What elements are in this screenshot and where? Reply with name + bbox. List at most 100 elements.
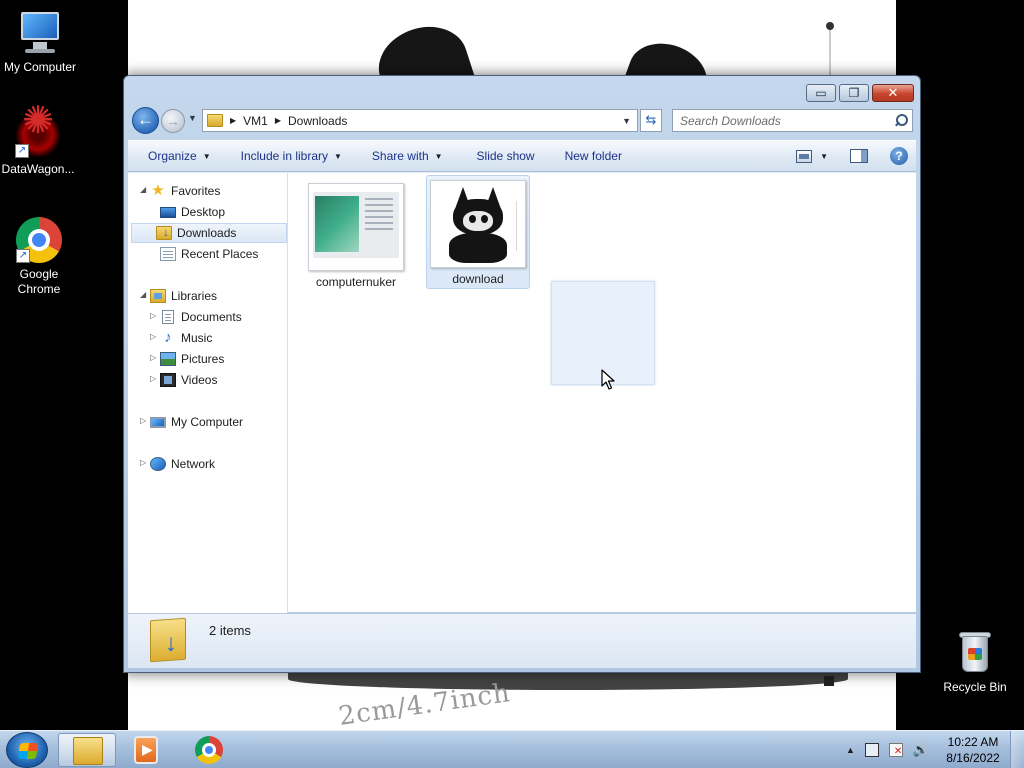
nav-libraries-label: Libraries [171, 289, 218, 303]
explorer-icon [73, 737, 103, 765]
expand-arrow-icon[interactable]: ▷ [150, 353, 156, 362]
desktop-icon-label: DataWagon... [1, 162, 75, 176]
windows-logo-icon [17, 743, 39, 759]
slide-show-button[interactable]: Slide show [453, 141, 545, 171]
nav-my-computer-label: My Computer [171, 415, 244, 429]
desktop-icon-datawagon[interactable]: ↗ DataWagon... [0, 112, 78, 177]
file-name: download [452, 272, 504, 286]
documents-icon [162, 310, 174, 324]
nav-videos-label: Videos [181, 373, 218, 387]
nav-my-computer[interactable]: My Computer [150, 412, 243, 432]
forward-arrow-icon: → [166, 113, 180, 129]
downloads-folder-icon [207, 114, 223, 127]
expand-arrow-icon[interactable]: ▷ [140, 416, 146, 425]
nav-desktop[interactable]: Desktop [160, 202, 225, 222]
back-button[interactable]: ← [132, 107, 159, 134]
image-thumbnail-icon [430, 180, 526, 268]
nav-favorites-label: Favorites [171, 184, 221, 198]
desktop-icon-label: Recycle Bin [943, 680, 1007, 694]
show-hidden-icons-icon[interactable]: ▲ [846, 745, 855, 755]
nav-pictures-label: Pictures [181, 352, 225, 366]
file-list-view[interactable]: computernuker download [289, 173, 916, 613]
nav-network[interactable]: Network [150, 454, 215, 474]
expand-arrow-icon[interactable]: ▷ [150, 311, 156, 320]
navigation-pane: ◢ ★ Favorites Desktop Downloads Recent P… [128, 173, 288, 613]
preview-pane-icon[interactable] [850, 149, 868, 163]
taskbar-chrome[interactable] [180, 733, 238, 767]
desktop-icon-my-computer[interactable]: My Computer [0, 10, 80, 75]
desktop-icon-google-chrome[interactable]: ↗ Google Chrome [0, 217, 79, 297]
taskbar-explorer[interactable] [58, 733, 116, 767]
network-status-icon[interactable] [864, 743, 879, 757]
desktop-icon-recycle-bin[interactable]: Recycle Bin [935, 630, 1015, 695]
expand-arrow-icon[interactable]: ▷ [150, 332, 156, 341]
maximize-button[interactable]: ❐ [839, 84, 869, 102]
shortcut-arrow-icon: ↗ [15, 144, 29, 158]
file-name: computernuker [315, 275, 397, 289]
address-bar[interactable]: ▶ VM1 ▶ Downloads ▼ [202, 109, 638, 132]
chevron-down-icon: ▼ [188, 113, 197, 123]
taskbar-media-player[interactable] [118, 733, 176, 767]
breadcrumb-downloads[interactable]: Downloads [288, 114, 347, 128]
desktop-icon-label: Google Chrome [17, 267, 61, 296]
recent-pages-dropdown[interactable]: ▼ [188, 113, 197, 123]
star-icon: ★ [151, 182, 165, 199]
downloads-folder-icon [150, 617, 186, 663]
search-icon[interactable] [892, 113, 908, 129]
expand-arrow-icon[interactable]: ▷ [140, 458, 146, 467]
nav-music[interactable]: ♪ Music [160, 328, 212, 348]
wallpaper-dot [824, 676, 834, 686]
nav-videos[interactable]: Videos [160, 370, 217, 390]
nav-desktop-label: Desktop [181, 205, 226, 219]
minimize-button[interactable]: ▭ [806, 84, 836, 102]
collapse-arrow-icon[interactable]: ◢ [140, 290, 146, 299]
wallpaper-pin [826, 22, 834, 30]
breadcrumb-vm1[interactable]: VM1 [243, 114, 268, 128]
shortcut-arrow-icon: ↗ [16, 249, 30, 263]
forward-button[interactable]: → [161, 109, 185, 133]
close-button[interactable]: ✕ [872, 84, 914, 102]
expand-arrow-icon[interactable]: ▷ [150, 374, 156, 383]
mouse-cursor-icon [601, 369, 615, 390]
file-item-download[interactable]: download [426, 175, 530, 289]
start-button[interactable] [6, 732, 48, 768]
media-player-icon [134, 736, 158, 764]
action-center-flag-icon[interactable] [888, 743, 903, 757]
refresh-button[interactable]: ⇆ [640, 109, 662, 132]
downloads-folder-icon [156, 225, 172, 240]
nav-downloads[interactable]: Downloads [131, 223, 287, 243]
organize-menu[interactable]: Organize ▼ [128, 141, 221, 171]
computer-icon [150, 416, 166, 428]
nav-pictures[interactable]: Pictures [160, 349, 224, 369]
breadcrumb-separator-icon[interactable]: ▶ [230, 116, 236, 125]
include-in-library-menu[interactable]: Include in library ▼ [221, 141, 352, 171]
volume-icon[interactable]: 🔊 [913, 742, 929, 758]
taskbar-clock[interactable]: 10:22 AM 8/16/2022 [944, 734, 1002, 766]
collapse-arrow-icon[interactable]: ◢ [140, 185, 146, 194]
new-folder-button[interactable]: New folder [545, 141, 632, 171]
nav-recent-places[interactable]: Recent Places [160, 244, 258, 264]
nav-music-label: Music [181, 331, 213, 345]
nav-downloads-label: Downloads [177, 226, 237, 240]
clock-time: 10:22 AM [947, 735, 999, 749]
taskbar: ▲ 🔊 10:22 AM 8/16/2022 [0, 730, 1024, 768]
command-bar: Organize ▼ Include in library ▼ Share with… [128, 140, 916, 172]
share-with-menu[interactable]: Share with ▼ [352, 141, 453, 171]
change-view-icon[interactable] [796, 149, 813, 163]
view-options-dropdown-icon[interactable]: ▼ [820, 152, 828, 161]
search-input[interactable] [680, 113, 892, 128]
address-dropdown-icon[interactable]: ▼ [622, 116, 631, 126]
show-desktop-button[interactable] [1010, 731, 1024, 768]
desktop-icon [160, 206, 176, 218]
explorer-window: ▭ ❐ ✕ ← → ▼ ▶ VM1 ▶ Downloads ▼ ⇆ Organi… [123, 75, 921, 673]
nav-documents[interactable]: Documents [160, 307, 242, 327]
search-box [672, 109, 913, 132]
nav-favorites[interactable]: ★ Favorites [150, 181, 220, 201]
slide-show-label: Slide show [476, 149, 535, 163]
help-icon[interactable]: ? [890, 147, 908, 165]
breadcrumb-separator-icon[interactable]: ▶ [275, 116, 281, 125]
nav-libraries[interactable]: Libraries [150, 286, 217, 306]
file-item-computernuker[interactable]: computernuker [304, 175, 408, 289]
close-icon: ✕ [887, 85, 899, 100]
chevron-down-icon: ▼ [334, 151, 342, 161]
